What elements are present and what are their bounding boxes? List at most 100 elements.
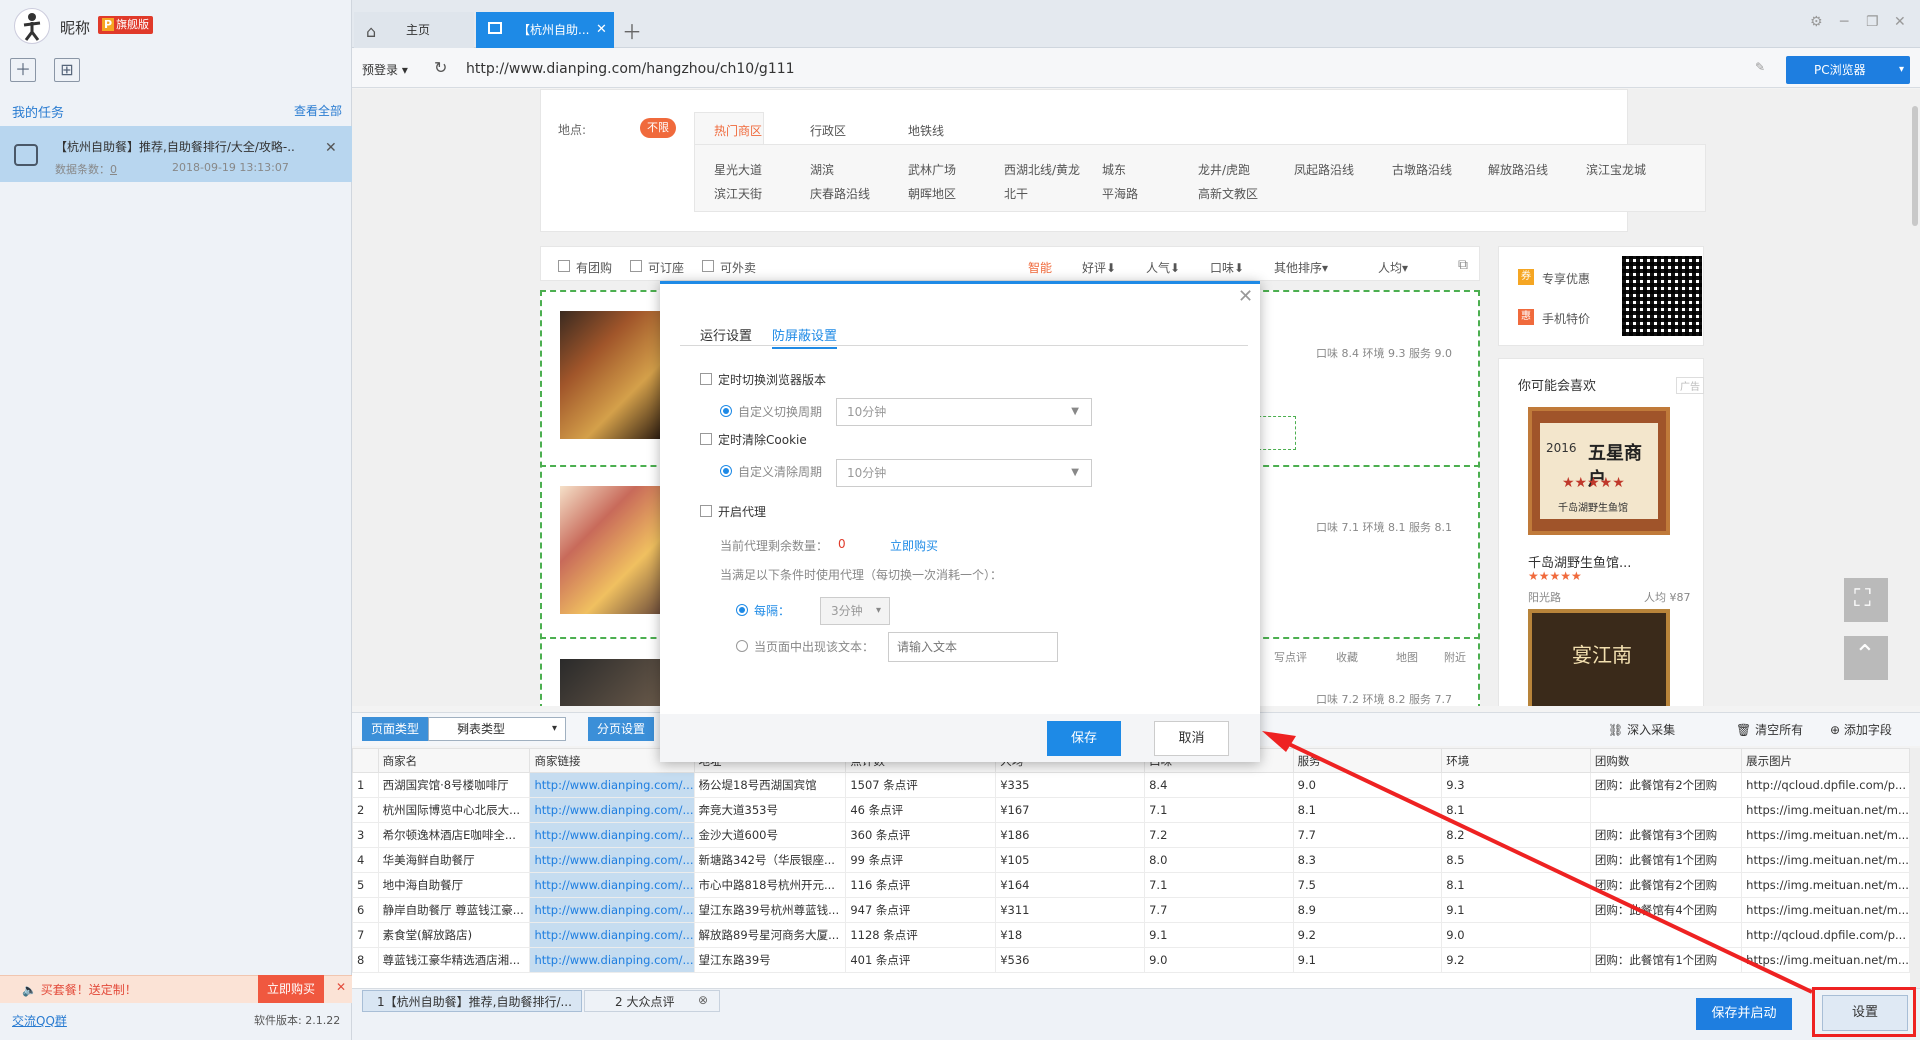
place-link[interactable]: 凤起路沿线 xyxy=(1294,161,1354,178)
filter-reservation[interactable]: 可订座 xyxy=(648,259,684,276)
sort-taste[interactable]: 口味⬇ xyxy=(1210,259,1244,276)
table-cell[interactable]: 地中海自助餐厅 xyxy=(377,872,531,898)
table-cell[interactable]: ¥167 xyxy=(995,797,1146,823)
shop-image[interactable] xyxy=(560,659,662,706)
table-cell[interactable]: 8.0 xyxy=(1144,847,1294,873)
every-interval-select[interactable]: 3分钟 ▾ xyxy=(820,597,890,625)
close-window-icon[interactable]: ✕ xyxy=(1894,14,1906,30)
custom-switch-radio[interactable] xyxy=(720,405,732,417)
sort-smart[interactable]: 智能 xyxy=(1028,259,1052,276)
table-cell[interactable]: 8.2 xyxy=(1441,822,1591,848)
table-cell[interactable] xyxy=(1589,922,1743,948)
task-close-icon[interactable]: ✕ xyxy=(325,140,337,156)
table-row[interactable]: 3 希尔顿逸林酒店E咖啡全... http://www.dianping.com/.… xyxy=(352,822,1910,848)
table-cell[interactable]: 静岸自助餐厅 尊蓝钱江豪... xyxy=(377,897,531,923)
table-cell[interactable]: 947 条点评 xyxy=(845,897,997,923)
table-cell[interactable]: 9.2 xyxy=(1292,922,1443,948)
table-cell[interactable]: 5 xyxy=(352,872,379,898)
place-link[interactable]: 城东 xyxy=(1102,161,1126,178)
clear-all-button[interactable]: 🗑 清空所有 xyxy=(1736,721,1803,738)
table-cell[interactable]: 2 xyxy=(352,797,379,823)
table-cell[interactable]: 9.1 xyxy=(1441,897,1591,923)
shop-image[interactable] xyxy=(560,311,662,439)
enable-proxy-checkbox[interactable] xyxy=(700,505,712,517)
subtab-hot-area[interactable]: 热门商区 xyxy=(714,122,762,139)
page-type-button[interactable]: 页面类型 xyxy=(362,717,428,741)
table-cell[interactable]: 116 条点评 xyxy=(845,872,997,898)
qq-group-link[interactable]: 交流QQ群 xyxy=(12,1012,67,1029)
task-count-value[interactable]: 0 xyxy=(110,163,117,176)
table-cell[interactable]: 团购：此餐馆有4个团购 xyxy=(1589,897,1743,923)
subtab-district[interactable]: 行政区 xyxy=(810,122,846,139)
table-row[interactable]: 5 地中海自助餐厅 http://www.dianping.com/... 市心中路8… xyxy=(352,872,1910,898)
table-cell[interactable]: 8.1 xyxy=(1441,797,1591,823)
web-scrollbar-thumb[interactable] xyxy=(1912,106,1918,226)
table-cell[interactable]: http://www.dianping.com/... xyxy=(529,772,695,798)
place-link[interactable]: 星光大道 xyxy=(714,161,762,178)
table-cell[interactable]: 团购：此餐馆有1个团购 xyxy=(1589,947,1743,973)
text-appears-radio[interactable] xyxy=(736,640,748,652)
table-cell[interactable]: http://www.dianping.com/... xyxy=(529,897,695,923)
table-cell[interactable]: 杭州国际博览中心北辰大... xyxy=(377,797,531,823)
table-cell[interactable]: ¥311 xyxy=(995,897,1146,923)
grid-scrollbar[interactable] xyxy=(1910,748,1920,988)
table-cell[interactable]: http://qcloud.dpfile.com/p... xyxy=(1741,922,1910,948)
table-cell[interactable]: 8.5 xyxy=(1441,847,1591,873)
fullscreen-icon[interactable]: ⛶ xyxy=(1844,578,1888,622)
custom-clear-radio[interactable] xyxy=(720,465,732,477)
table-cell[interactable]: 7.1 xyxy=(1144,872,1294,898)
page-settings-button[interactable]: 分页设置 xyxy=(588,717,654,741)
column-header[interactable]: 环境 xyxy=(1441,748,1591,773)
table-cell[interactable]: 9.0 xyxy=(1144,947,1294,973)
place-link[interactable]: 滨江宝龙城 xyxy=(1586,161,1646,178)
table-cell[interactable]: 8.1 xyxy=(1441,872,1591,898)
place-link[interactable]: 北干 xyxy=(1004,185,1028,202)
table-cell[interactable]: 7.7 xyxy=(1292,822,1443,848)
subtab-metro[interactable]: 地铁线 xyxy=(908,122,944,139)
switch-period-select[interactable]: 10分钟 ▼ xyxy=(836,398,1092,426)
table-cell[interactable]: 3 xyxy=(352,822,379,848)
table-cell[interactable]: 7.7 xyxy=(1144,897,1294,923)
table-cell[interactable]: 4 xyxy=(352,847,379,873)
table-cell[interactable]: 9.0 xyxy=(1441,922,1591,948)
table-cell[interactable]: 7.2 xyxy=(1144,822,1294,848)
bottom-tab-task[interactable]: 1【杭州自助餐】推荐,自助餐排行/... xyxy=(362,990,582,1012)
deep-collect-button[interactable]: ⛓ 深入采集 xyxy=(1608,721,1675,738)
table-cell[interactable]: http://www.dianping.com/... xyxy=(529,947,695,973)
view-all-link[interactable]: 查看全部 xyxy=(294,102,342,119)
table-row[interactable]: 8 尊蓝钱江豪华精选酒店湘... http://www.dianping.com/.… xyxy=(352,947,1910,973)
minimize-icon[interactable]: ─ xyxy=(1840,14,1848,30)
sort-popularity[interactable]: 人气⬇ xyxy=(1146,259,1180,276)
url-input[interactable]: http://www.dianping.com/hangzhou/ch10/g1… xyxy=(466,61,795,77)
place-link[interactable]: 湖滨 xyxy=(810,161,834,178)
table-row[interactable]: 4 华美海鲜自助餐厅 http://www.dianping.com/... 新塘路3… xyxy=(352,847,1910,873)
place-link[interactable]: 朝晖地区 xyxy=(908,185,956,202)
place-link[interactable]: 西湖北线/黄龙 xyxy=(1004,161,1080,178)
table-cell[interactable]: 401 条点评 xyxy=(845,947,997,973)
tab-run-settings[interactable]: 运行设置 xyxy=(700,325,752,344)
table-cell[interactable]: 素食堂(解放路店) xyxy=(377,922,531,948)
place-link[interactable]: 武林广场 xyxy=(908,161,956,178)
table-cell[interactable]: ¥186 xyxy=(995,822,1146,848)
refresh-icon[interactable]: ↻ xyxy=(434,58,447,77)
place-link[interactable]: 平海路 xyxy=(1102,185,1138,202)
table-cell[interactable]: 望江东路39号 xyxy=(693,947,847,973)
map-view-icon[interactable]: ⧉ xyxy=(1458,257,1468,273)
table-cell[interactable]: http://www.dianping.com/... xyxy=(529,797,695,823)
promo-close-icon[interactable]: ✕ xyxy=(336,980,346,994)
clear-period-select[interactable]: 10分钟 ▼ xyxy=(836,459,1092,487)
table-cell[interactable]: 9.1 xyxy=(1292,947,1443,973)
table-cell[interactable]: 团购：此餐馆有1个团购 xyxy=(1589,847,1743,873)
table-cell[interactable]: 新塘路342号（华辰银座... xyxy=(693,847,847,873)
table-cell[interactable]: 9.3 xyxy=(1441,772,1591,798)
table-cell[interactable]: 金沙大道600号 xyxy=(693,822,847,848)
table-cell[interactable]: 希尔顿逸林酒店E咖啡全... xyxy=(377,822,531,848)
settings-gear-icon[interactable]: ⚙ xyxy=(1810,14,1823,30)
table-cell[interactable]: 8.1 xyxy=(1292,797,1443,823)
column-header[interactable] xyxy=(352,748,379,773)
table-cell[interactable]: http://www.dianping.com/... xyxy=(529,872,695,898)
table-cell[interactable]: 西湖国宾馆·8号楼咖啡厅 xyxy=(377,772,531,798)
shop-image[interactable] xyxy=(560,486,662,614)
table-cell[interactable]: https://img.meituan.net/m... xyxy=(1741,822,1910,848)
table-cell[interactable]: ¥18 xyxy=(995,922,1146,948)
